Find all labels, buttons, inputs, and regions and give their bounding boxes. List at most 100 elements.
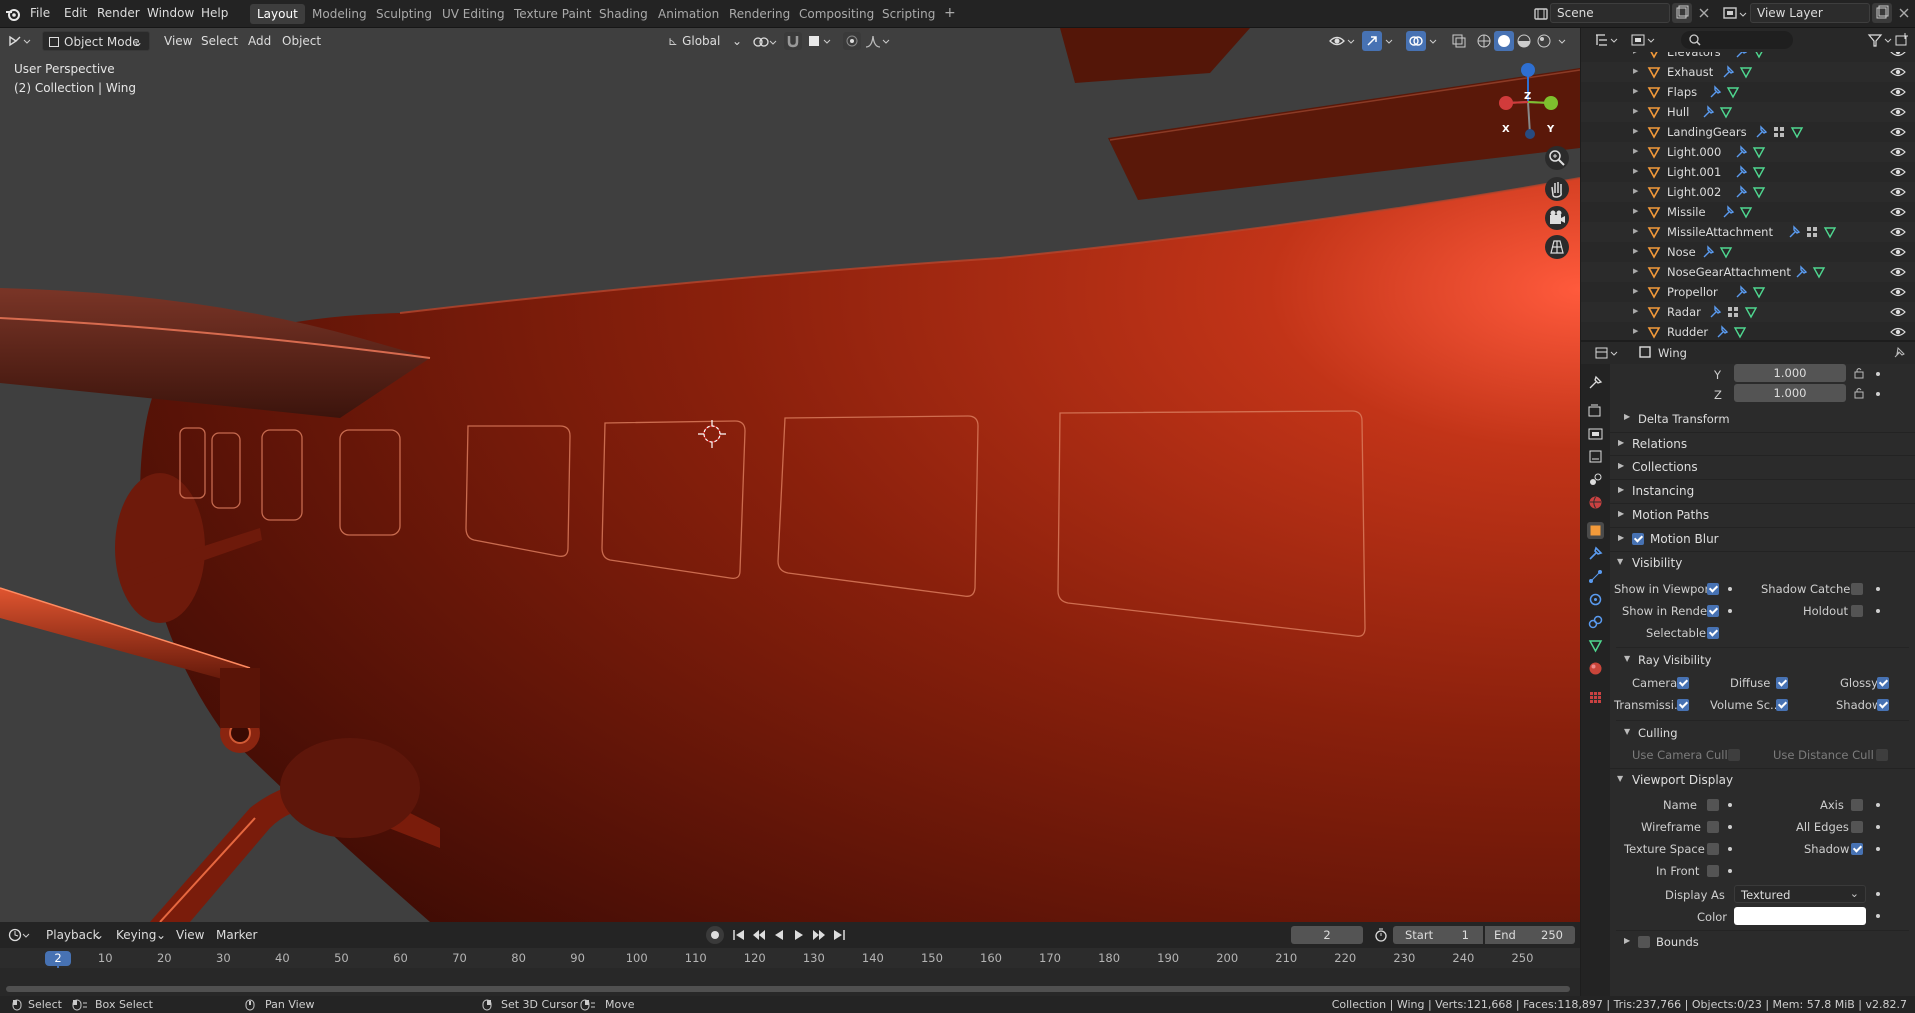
render-tab-icon[interactable] xyxy=(1587,402,1604,419)
expand-arrow-icon[interactable]: ▶ xyxy=(1633,207,1638,215)
mesh-data-icon[interactable] xyxy=(1752,285,1766,299)
modifier-icon[interactable] xyxy=(1794,265,1808,279)
visibility-eye-icon[interactable] xyxy=(1890,245,1906,259)
viewport-menu-view[interactable]: View xyxy=(158,31,198,51)
falloff-curve-icon[interactable] xyxy=(864,32,894,50)
bounds-checkbox[interactable] xyxy=(1638,936,1650,948)
keyframe-dot[interactable] xyxy=(1728,609,1732,613)
shading-material-icon[interactable] xyxy=(1514,31,1534,51)
tab-uv-editing[interactable]: UV Editing xyxy=(435,4,512,24)
visibility-eye-icon[interactable] xyxy=(1890,125,1906,139)
gizmo-dropdown-icon[interactable] xyxy=(1383,32,1397,50)
particles-tab-icon[interactable] xyxy=(1587,568,1604,585)
play-icon[interactable] xyxy=(790,926,808,944)
tab-layout[interactable]: Layout xyxy=(250,4,305,24)
scale-y-field[interactable]: 1.000 xyxy=(1734,364,1846,382)
pin-icon[interactable] xyxy=(1891,345,1907,361)
editor-type-icon[interactable] xyxy=(6,32,32,50)
visibility-eye-icon[interactable] xyxy=(1890,325,1906,339)
shading-wireframe-icon[interactable] xyxy=(1474,31,1494,51)
expand-arrow-icon[interactable]: ▶ xyxy=(1633,107,1638,115)
visibility-eye-icon[interactable] xyxy=(1890,305,1906,319)
modifier-icon[interactable] xyxy=(1754,125,1768,139)
material-tab-icon[interactable] xyxy=(1587,660,1604,677)
record-icon[interactable] xyxy=(706,926,724,944)
transform-orientation-dropdown[interactable]: ⊾ Global ⌄ xyxy=(662,31,744,51)
camera-view-icon[interactable] xyxy=(1545,206,1569,230)
motion-paths-panel[interactable]: ▶ Motion Paths xyxy=(1610,504,1915,526)
keyframe-dot[interactable] xyxy=(1876,847,1880,851)
mesh-data-icon[interactable] xyxy=(1752,165,1766,179)
jump-keyframe-forward-icon[interactable] xyxy=(810,926,828,944)
keyframe-dot[interactable] xyxy=(1876,587,1880,591)
expand-arrow-icon[interactable]: ▶ xyxy=(1633,187,1638,195)
keyframe-dot[interactable] xyxy=(1876,609,1880,613)
tool-tab-icon[interactable] xyxy=(1587,374,1604,391)
expand-arrow-icon[interactable]: ▶ xyxy=(1633,167,1638,175)
glossy-ray-checkbox[interactable] xyxy=(1877,677,1889,689)
mesh-data-icon[interactable] xyxy=(1744,305,1758,319)
instancing-panel[interactable]: ▶ Instancing xyxy=(1610,480,1915,502)
gizmo-z-label[interactable]: Z xyxy=(1524,91,1531,102)
tab-scripting[interactable]: Scripting xyxy=(875,4,942,24)
mesh-data-icon[interactable] xyxy=(1790,125,1804,139)
expand-arrow-icon[interactable]: ▶ xyxy=(1633,287,1638,295)
outliner-item[interactable]: ▶ Flaps xyxy=(1581,82,1915,102)
scene-tab-icon[interactable] xyxy=(1587,471,1604,488)
playback-menu[interactable]: Playback ⌄ xyxy=(40,925,106,945)
visibility-eye-icon[interactable] xyxy=(1890,85,1906,99)
relations-panel[interactable]: ▶ Relations xyxy=(1610,433,1915,455)
scene-icon[interactable] xyxy=(1533,6,1549,22)
tab-compositing[interactable]: Compositing xyxy=(792,4,881,24)
visibility-eye-icon[interactable] xyxy=(1890,265,1906,279)
timeline-menu-view[interactable]: View xyxy=(170,925,210,945)
delete-view-layer-icon[interactable] xyxy=(1894,3,1914,23)
transmission-ray-checkbox[interactable] xyxy=(1677,699,1689,711)
expand-arrow-icon[interactable]: ▶ xyxy=(1633,247,1638,255)
outliner-editor-type-icon[interactable] xyxy=(1593,31,1621,49)
outliner-search-field[interactable] xyxy=(1681,31,1793,49)
viewport-display-panel-header[interactable]: ▼ Viewport Display xyxy=(1610,769,1915,791)
tab-animation[interactable]: Animation xyxy=(651,4,726,24)
mesh-data-icon[interactable] xyxy=(1752,185,1766,199)
gizmo-y-label[interactable]: Y xyxy=(1547,124,1554,135)
visibility-filter-icon[interactable] xyxy=(1328,32,1358,50)
modifier-tab-icon[interactable] xyxy=(1587,545,1604,562)
modifier-icon[interactable] xyxy=(1734,52,1748,59)
scene-selector[interactable]: Scene xyxy=(1550,3,1670,23)
keyframe-dot[interactable] xyxy=(1876,825,1880,829)
display-mode-icon[interactable] xyxy=(1629,31,1659,49)
proportional-edit-icon[interactable] xyxy=(843,32,861,50)
timeline-scrollbar[interactable] xyxy=(6,986,1570,992)
motion-blur-checkbox[interactable] xyxy=(1632,533,1644,545)
outliner-item[interactable]: ▶ MissileAttachment xyxy=(1581,222,1915,242)
start-frame-field[interactable]: Start 1 xyxy=(1393,926,1483,944)
object-tab-icon[interactable] xyxy=(1587,522,1604,539)
keyframe-dot[interactable] xyxy=(1728,847,1732,851)
outliner-item[interactable]: ▶ Hull xyxy=(1581,102,1915,122)
gizmo-toggle-icon[interactable] xyxy=(1362,31,1382,51)
modifier-icon[interactable] xyxy=(1787,225,1801,239)
overlays-dropdown-icon[interactable] xyxy=(1427,32,1441,50)
end-frame-field[interactable]: End 250 xyxy=(1485,926,1575,944)
outliner-item[interactable]: ▶ Propellor xyxy=(1581,282,1915,302)
outliner-item[interactable]: ▶ Radar xyxy=(1581,302,1915,322)
expand-arrow-icon[interactable]: ▶ xyxy=(1633,327,1638,335)
keyframe-dot[interactable] xyxy=(1876,892,1880,896)
mesh-data-icon[interactable] xyxy=(1726,85,1740,99)
play-reverse-icon[interactable] xyxy=(770,926,788,944)
outliner-item[interactable]: ▶ LandingGears xyxy=(1581,122,1915,142)
visibility-panel-header[interactable]: ▼ Visibility xyxy=(1610,552,1915,574)
expand-arrow-icon[interactable]: ▶ xyxy=(1633,147,1638,155)
visibility-eye-icon[interactable] xyxy=(1890,205,1906,219)
visibility-eye-icon[interactable] xyxy=(1890,165,1906,179)
modifier-icon[interactable] xyxy=(1701,245,1715,259)
viewport-menu-select[interactable]: Select xyxy=(195,31,244,51)
shading-dropdown-icon[interactable] xyxy=(1556,32,1570,50)
mesh-data-icon[interactable] xyxy=(1752,145,1766,159)
lock-icon[interactable] xyxy=(1853,366,1865,380)
collections-panel[interactable]: ▶ Collections xyxy=(1610,456,1915,478)
viewport-color-swatch[interactable] xyxy=(1734,907,1866,925)
filter-icon[interactable] xyxy=(1866,31,1896,49)
outliner-item[interactable]: ▶ Missile xyxy=(1581,202,1915,222)
